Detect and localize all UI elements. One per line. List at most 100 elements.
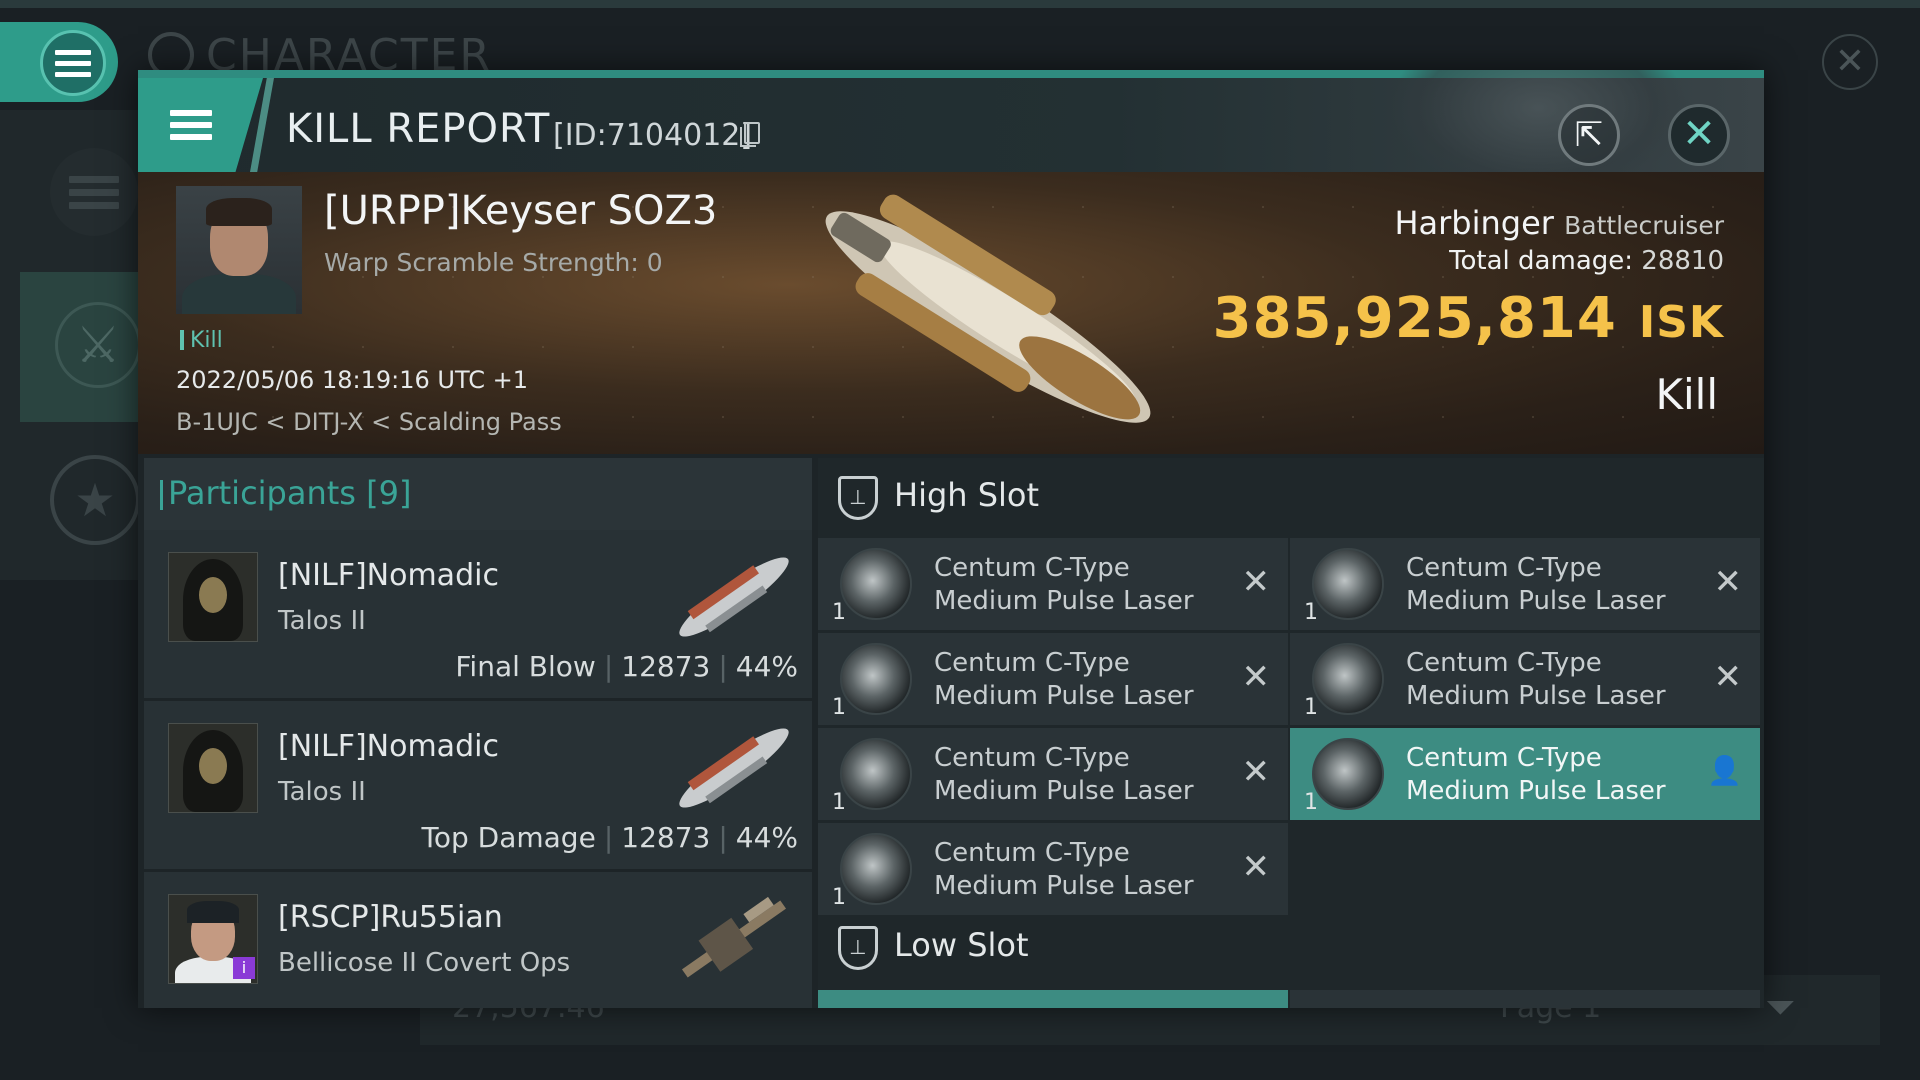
x-icon: ✕	[1713, 562, 1743, 602]
item-row-partial[interactable]	[1290, 990, 1760, 1008]
list-icon[interactable]	[50, 148, 138, 236]
kill-result-label: Kill	[1655, 370, 1718, 419]
laser-module-icon	[840, 643, 912, 715]
participant-percent: 44%	[735, 821, 798, 854]
participant-ship-image	[679, 728, 789, 808]
participant-name: [NILF]Nomadic	[278, 729, 499, 764]
hamburger-icon	[55, 49, 91, 77]
participant-stats: Final Blow | 12873 | 44%	[455, 650, 798, 683]
background-top-bar	[0, 0, 1920, 8]
x-icon: ✕	[1241, 752, 1271, 792]
isk-unit: ISK	[1638, 297, 1724, 348]
item-row[interactable]: 1 Centum C-Type Medium Pulse Laser ✕	[1290, 538, 1760, 630]
laser-module-icon	[840, 833, 912, 905]
laser-module-icon	[1312, 548, 1384, 620]
participants-title: Participants [9]	[159, 474, 412, 512]
participant-ship: Bellicose II Covert Ops	[278, 948, 571, 978]
participant-ship: Talos II	[278, 777, 366, 807]
item-name: Centum C-Type Medium Pulse Laser	[934, 838, 1194, 901]
item-row[interactable]: 1 Centum C-Type Medium Pulse Laser ✕	[818, 633, 1288, 725]
item-name: Centum C-Type Medium Pulse Laser	[1406, 743, 1666, 806]
participant-row[interactable]: [NILF]Nomadic Talos II Final Blow | 12873 |…	[144, 530, 812, 701]
share-button[interactable]: ⇱	[1558, 104, 1620, 166]
participant-row[interactable]: [NILF]Nomadic Talos II Top Damage | 12873 |…	[144, 701, 812, 872]
item-quantity: 1	[832, 695, 846, 720]
total-damage-value: 28810	[1641, 246, 1724, 276]
item-quantity: 1	[1304, 600, 1318, 625]
participant-damage: 12873	[621, 650, 711, 683]
victim-avatar[interactable]	[176, 186, 302, 314]
low-slot-label: Low Slot	[894, 926, 1029, 964]
background-close-button[interactable]: ✕	[1822, 34, 1878, 90]
participant-portrait	[168, 552, 258, 642]
item-row[interactable]: 1 Centum C-Type Medium Pulse Laser ✕	[818, 728, 1288, 820]
kill-tag: Kill	[180, 328, 223, 353]
x-icon: ✕	[1713, 657, 1743, 697]
participants-header[interactable]: Participants [9]	[144, 458, 812, 530]
kill-datetime: 2022/05/06 18:19:16 UTC +1	[176, 366, 528, 394]
info-badge-icon: i	[233, 957, 255, 979]
item-quantity: 1	[1304, 695, 1318, 720]
participant-name: [RSCP]Ru55ian	[278, 900, 503, 935]
participant-row[interactable]: i [RSCP]Ru55ian Bellicose II Covert Ops	[144, 872, 812, 1008]
close-icon: ✕	[1682, 111, 1716, 157]
victim-ship-name[interactable]: Harbinger Battlecruiser	[1394, 204, 1724, 242]
person-icon: 👤	[1707, 754, 1742, 787]
x-icon: ✕	[1241, 562, 1271, 602]
filter-icon[interactable]: ⏷	[1765, 985, 1795, 1030]
victim-ship-image[interactable]	[778, 192, 1198, 442]
participant-role: Top Damage	[421, 821, 596, 854]
kill-report-dialog: KILL REPORT [ID:7104012] ⇱ ✕ [URPP]Keyse…	[138, 70, 1764, 1008]
dialog-header: KILL REPORT [ID:7104012] ⇱ ✕	[138, 70, 1764, 198]
kill-report-id: [ID:7104012]	[553, 118, 753, 153]
x-icon: ✕	[1241, 847, 1271, 887]
victim-banner: [URPP]Keyser SOZ3 Warp Scramble Strength…	[138, 172, 1764, 454]
participant-ship: Talos II	[278, 606, 366, 636]
fitting-items-panel: ⊥ High Slot 1 Centum C-Type Medium Pulse …	[818, 458, 1764, 1008]
slot-shield-icon: ⊥	[838, 476, 878, 520]
warp-scramble-strength: Warp Scramble Strength: 0	[324, 248, 663, 277]
ship-name: Harbinger	[1394, 204, 1554, 242]
kill-location[interactable]: B-1UJC < DITJ-X < Scalding Pass	[176, 408, 562, 436]
item-name: Centum C-Type Medium Pulse Laser	[1406, 648, 1666, 711]
participant-damage: 12873	[621, 821, 711, 854]
item-row-partial[interactable]	[818, 990, 1288, 1008]
high-slot-header: ⊥ High Slot	[818, 458, 1764, 538]
item-quantity: 1	[1304, 790, 1318, 815]
item-quantity: 1	[832, 600, 846, 625]
participant-portrait	[168, 723, 258, 813]
participant-portrait: i	[168, 894, 258, 984]
isk-amount: 385,925,814	[1212, 286, 1617, 351]
item-row[interactable]: 1 Centum C-Type Medium Pulse Laser ✕	[818, 538, 1288, 630]
low-slot-header: ⊥ Low Slot	[818, 908, 1764, 988]
participant-ship-image	[681, 896, 787, 978]
slot-shield-icon: ⊥	[838, 926, 878, 970]
participant-role: Final Blow	[455, 650, 596, 683]
total-damage: Total damage: 28810	[1449, 246, 1724, 276]
item-row[interactable]: 1 Centum C-Type Medium Pulse Laser ✕	[818, 823, 1288, 915]
item-row-dropped[interactable]: 1 Centum C-Type Medium Pulse Laser 👤	[1290, 728, 1760, 820]
ship-class: Battlecruiser	[1564, 211, 1724, 240]
item-row[interactable]: 1 Centum C-Type Medium Pulse Laser ✕	[1290, 633, 1760, 725]
x-icon: ✕	[1241, 657, 1271, 697]
participant-name: [NILF]Nomadic	[278, 558, 499, 593]
item-name: Centum C-Type Medium Pulse Laser	[934, 648, 1194, 711]
crossed-swords-icon[interactable]: ⚔	[55, 302, 141, 388]
item-quantity: 1	[832, 790, 846, 815]
participant-stats: Top Damage | 12873 | 44%	[421, 821, 799, 854]
item-name: Centum C-Type Medium Pulse Laser	[934, 743, 1194, 806]
laser-module-icon	[1312, 738, 1384, 810]
star-icon[interactable]: ★	[50, 455, 140, 545]
close-button[interactable]: ✕	[1668, 104, 1730, 166]
high-slot-label: High Slot	[894, 476, 1040, 514]
item-name: Centum C-Type Medium Pulse Laser	[1406, 553, 1666, 616]
victim-name[interactable]: [URPP]Keyser SOZ3	[324, 188, 717, 234]
participants-panel: Participants [9] [NILF]Nomadic Talos II …	[144, 458, 812, 1008]
background-menu-button[interactable]	[0, 22, 118, 102]
copy-icon[interactable]	[740, 122, 760, 147]
isk-value: 385,925,814 ISK	[1213, 286, 1724, 351]
dialog-title: KILL REPORT	[286, 106, 551, 152]
item-quantity: 1	[832, 885, 846, 910]
participant-percent: 44%	[735, 650, 798, 683]
hamburger-icon	[170, 110, 212, 140]
